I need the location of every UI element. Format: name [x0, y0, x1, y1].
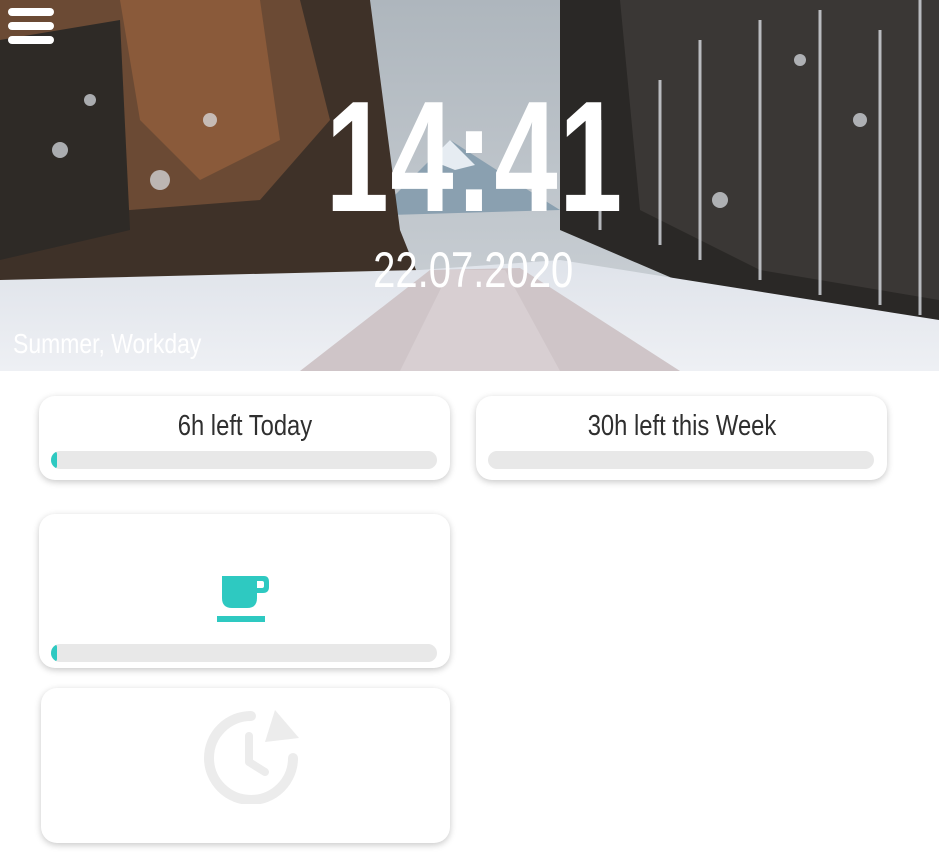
menu-bar-icon [8, 8, 54, 16]
break-progress-fill [51, 644, 57, 662]
week-hours-label: 30h left this Week [587, 410, 776, 442]
clock-time: 14:41 [325, 69, 624, 245]
header-banner: 14:41 22.07.2020 Summer, Workday [0, 0, 939, 371]
week-hours-card[interactable]: 30h left this Week [476, 396, 887, 480]
current-date: 22.07.2020 [373, 242, 574, 298]
week-progress-bar [488, 451, 874, 469]
menu-button[interactable] [8, 8, 54, 46]
today-hours-label: 6h left Today [177, 410, 312, 442]
season-label: Summer, Workday [13, 328, 202, 359]
break-card[interactable] [39, 514, 450, 668]
coffee-cup-icon[interactable] [217, 574, 271, 629]
today-hours-card[interactable]: 6h left Today [39, 396, 450, 480]
today-progress-fill [51, 451, 57, 469]
menu-bar-icon [8, 22, 54, 30]
today-progress-bar [51, 451, 437, 469]
break-progress-bar [51, 644, 437, 662]
history-card[interactable] [41, 688, 450, 843]
menu-bar-icon [8, 36, 54, 44]
clock-history-icon[interactable] [201, 708, 301, 809]
